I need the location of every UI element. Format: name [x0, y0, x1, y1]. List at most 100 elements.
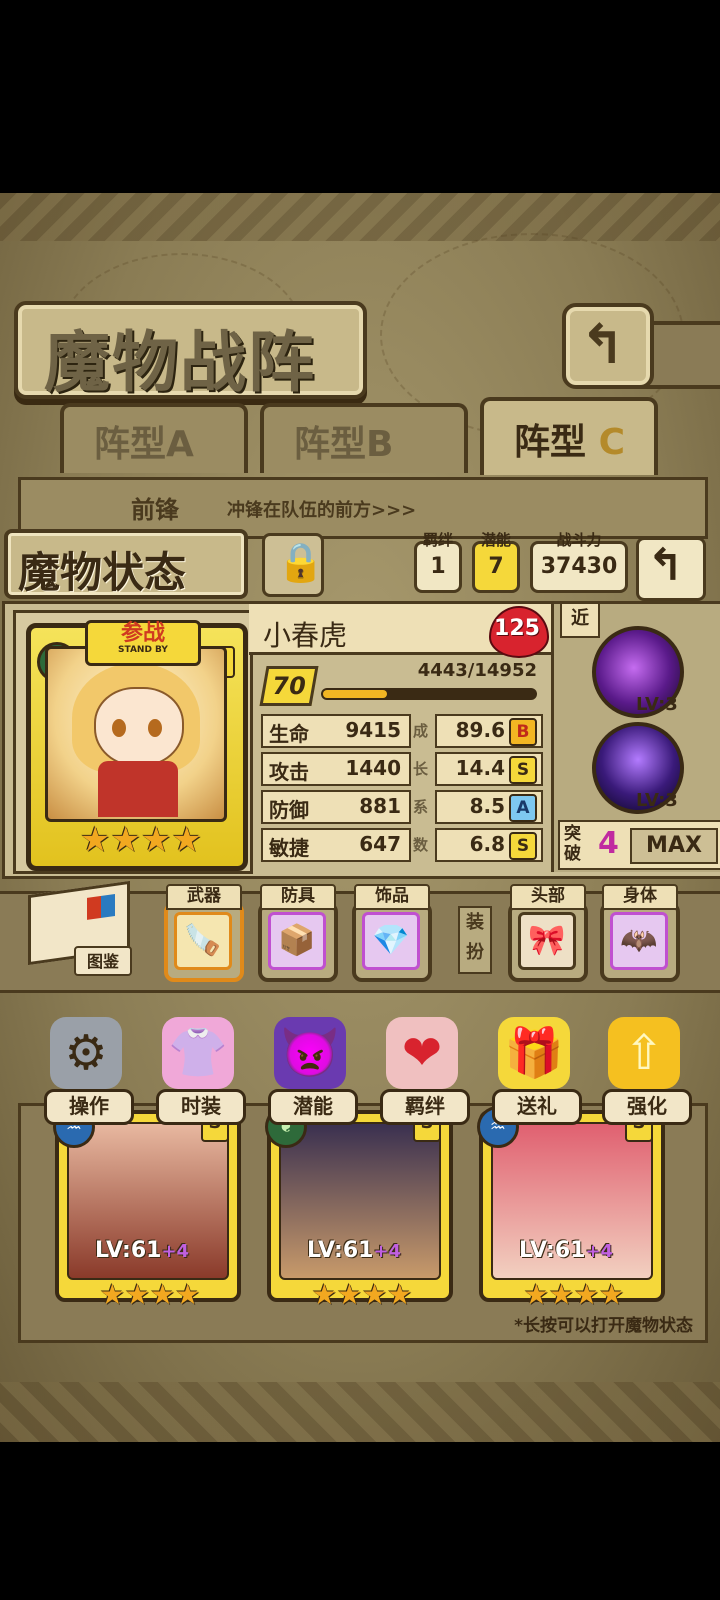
affection-heart: 125 — [489, 606, 549, 658]
potential-button[interactable]: 👿 潜能 — [262, 1017, 358, 1125]
affection-value: 125 — [494, 616, 540, 641]
portrait-face — [94, 687, 184, 767]
level-badge: 70 — [259, 666, 319, 706]
breakthrough-value: 4 — [598, 826, 619, 861]
close-status-button[interactable]: ↰ — [636, 537, 706, 601]
tab-formation-b[interactable]: 阵型B — [260, 403, 468, 473]
team-monster-card[interactable]: ♒ S LV:61+4 ★★★★ — [53, 1106, 241, 1310]
exp-text: 4443/14952 — [417, 660, 537, 681]
stat-value: 1440 — [345, 756, 401, 780]
slot-label: 饰品 — [354, 884, 430, 910]
max-button[interactable]: MAX — [630, 828, 718, 864]
gift-button[interactable]: 🎁 送礼 — [486, 1017, 582, 1125]
action-label: 送礼 — [492, 1089, 582, 1125]
dress-up-label: 装扮 — [458, 906, 492, 974]
demon-icon: 👿 — [280, 1025, 340, 1081]
team-monster-level: LV:61+4 — [307, 1238, 402, 1263]
operate-button[interactable]: ⚙ 操作 — [38, 1017, 134, 1125]
frontline-description: 冲锋在队伍的前方>>> — [227, 500, 417, 521]
encyclopedia-button[interactable]: 图鉴 — [28, 880, 132, 976]
growth-value: 6.8 — [469, 832, 505, 856]
team-monster-card[interactable]: ❦ S LV:61+4 ★★★★ — [265, 1106, 453, 1310]
action-row: ⚙ 操作 👚 时装 👿 潜能 ❤ 羁绊 🎁 送礼 ⇧ 强化 — [0, 1017, 720, 1127]
head-slot[interactable]: 头部 🎀 — [508, 884, 588, 982]
stat-value: 647 — [359, 832, 401, 856]
box-armor-icon: 📦 — [278, 923, 316, 958]
lock-button[interactable]: 🔒 — [262, 533, 324, 597]
action-label: 羁绊 — [380, 1089, 470, 1125]
equipment-bar: 图鉴 武器 🪚 防具 📦 饰品 💎 装扮 头部 🎀 身体 🦇 — [0, 880, 720, 993]
return-arrow-icon: ↰ — [580, 313, 626, 376]
exp-bar — [321, 688, 537, 700]
stat-defense: 防御 881 — [261, 790, 411, 824]
standby-badge-label: 参战 — [120, 621, 165, 646]
stat-attack: 攻击 1440 — [261, 752, 411, 786]
enhance-button[interactable]: ⇧ 强化 — [596, 1017, 692, 1125]
potential-value: 7 — [488, 554, 504, 579]
body-slot[interactable]: 身体 🦇 — [600, 884, 680, 982]
growth-attack: 14.4 S — [435, 752, 543, 786]
long-press-hint: *长按可以打开魔物状态 — [514, 1316, 693, 1336]
armor-slot[interactable]: 防具 📦 — [258, 884, 338, 982]
growth-defense: 8.5 A — [435, 790, 543, 824]
monster-status-panel: ❦ S 参战 STAND BY ★★★★ — [2, 601, 720, 879]
slot-label: 头部 — [510, 884, 586, 910]
combat-power: 战斗力 37430 — [530, 531, 628, 593]
stars-icon: ★★★★ — [80, 820, 202, 860]
skill-2-button[interactable]: LV:3 — [592, 722, 684, 814]
back-button[interactable]: ↰ — [562, 303, 654, 389]
stars-icon: ★★★★ — [311, 1278, 413, 1311]
standby-badge: 参战 STAND BY — [85, 620, 201, 666]
star-rating: ★★★★ — [71, 822, 211, 858]
tab-formation-a[interactable]: 阵型A — [60, 403, 248, 473]
stat-label: 敏捷 — [269, 836, 309, 860]
page-title: 魔物战阵 — [44, 324, 316, 401]
monster-portrait — [45, 646, 227, 822]
growth-label: 系 — [413, 798, 429, 816]
stat-agility: 敏捷 647 — [261, 828, 411, 862]
game-screen: 魔物战阵 ↰ 阵型A 阵型B 阵型 C 前锋 冲锋在队伍的前方>>> 魔物状态 … — [0, 193, 720, 1442]
stat-label: 防御 — [269, 798, 309, 822]
tab-label: 阵型 C — [514, 422, 625, 463]
stars-icon: ★★★★ — [99, 1278, 201, 1311]
fashion-button[interactable]: 👚 时装 — [150, 1017, 246, 1125]
growth-label: 数 — [413, 836, 429, 854]
bond-button[interactable]: ❤ 羁绊 — [374, 1017, 470, 1125]
bond-value: 1 — [430, 554, 446, 579]
tab-formation-c[interactable]: 阵型 C — [480, 397, 658, 475]
breakthrough-label: 突破 — [564, 824, 581, 864]
stat-label: 生命 — [269, 722, 309, 746]
growth-value: 89.6 — [455, 718, 505, 742]
growth-agility: 6.8 S — [435, 828, 543, 862]
monster-status-title: 魔物状态 — [4, 529, 248, 599]
weapon-slot[interactable]: 武器 🪚 — [164, 884, 244, 982]
stat-value: 881 — [359, 794, 401, 818]
portrait-dress — [98, 761, 178, 817]
lock-icon: 🔒 — [277, 540, 325, 584]
skill-1-button[interactable]: LV:3 — [592, 626, 684, 718]
monster-portrait-card[interactable]: ❦ S 参战 STAND BY ★★★★ — [26, 620, 248, 871]
exp-bar-fill — [323, 690, 388, 698]
stat-hp: 生命 9415 — [261, 714, 411, 748]
accessory-slot[interactable]: 饰品 💎 — [352, 884, 432, 982]
portrait-frame: ❦ S 参战 STAND BY ★★★★ — [13, 610, 253, 874]
combat-power-value: 37430 — [540, 554, 618, 579]
slot-label: 武器 — [166, 884, 242, 910]
team-monster-card[interactable]: ♒ S LV:61+4 ★★★★ — [477, 1106, 665, 1310]
frontline-label: 前锋 — [131, 496, 179, 524]
skill-level: LV:3 — [636, 694, 678, 715]
action-label: 时装 — [156, 1089, 246, 1125]
stars-icon: ★★★★ — [523, 1278, 625, 1311]
grade-badge: S — [509, 756, 537, 784]
skill-level: LV:3 — [636, 790, 678, 811]
portrait-eye — [148, 719, 162, 737]
potential-caption: 潜能 — [480, 531, 511, 549]
growth-value: 8.5 — [469, 794, 505, 818]
combat-power-caption: 战斗力 — [556, 531, 602, 549]
grade-badge: S — [509, 832, 537, 860]
return-arrow-icon: ↰ — [647, 540, 684, 591]
growth-label: 长 — [413, 760, 429, 778]
chainsaw-icon: 🪚 — [184, 923, 222, 958]
breakthrough-box: 突破 4 MAX — [558, 820, 720, 870]
bat-wings-icon: 🦇 — [620, 923, 658, 958]
